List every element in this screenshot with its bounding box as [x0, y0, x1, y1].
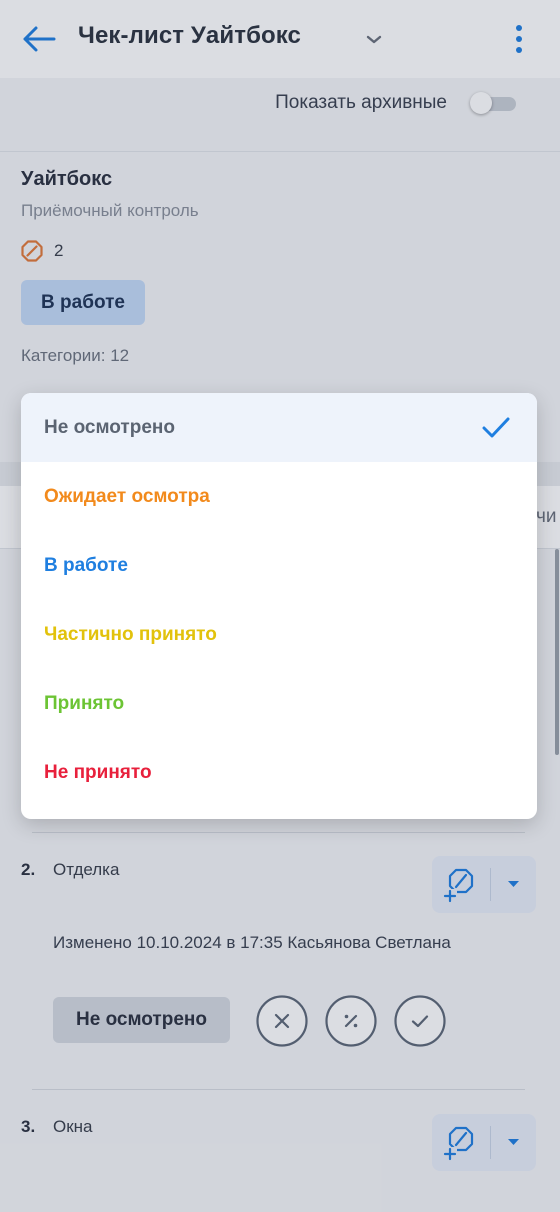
- option-label: Не осмотрено: [44, 417, 175, 438]
- status-option-awaiting-inspection[interactable]: Ожидает осмотра: [21, 462, 537, 531]
- status-option-in-progress[interactable]: В работе: [21, 531, 537, 600]
- status-option-partially-accepted[interactable]: Частично принято: [21, 600, 537, 669]
- check-icon: [482, 417, 510, 438]
- status-option-not-inspected[interactable]: Не осмотрено: [21, 393, 537, 462]
- option-label: Принято: [44, 693, 125, 714]
- option-label: Ожидает осмотра: [44, 486, 210, 507]
- status-dropdown: Не осмотрено Ожидает осмотра В работе Ча…: [21, 393, 537, 819]
- status-option-not-accepted[interactable]: Не принято: [21, 738, 537, 807]
- option-label: Не принято: [44, 762, 152, 783]
- status-option-accepted[interactable]: Принято: [21, 669, 537, 738]
- option-label: В работе: [44, 555, 128, 576]
- option-label: Частично принято: [44, 624, 217, 645]
